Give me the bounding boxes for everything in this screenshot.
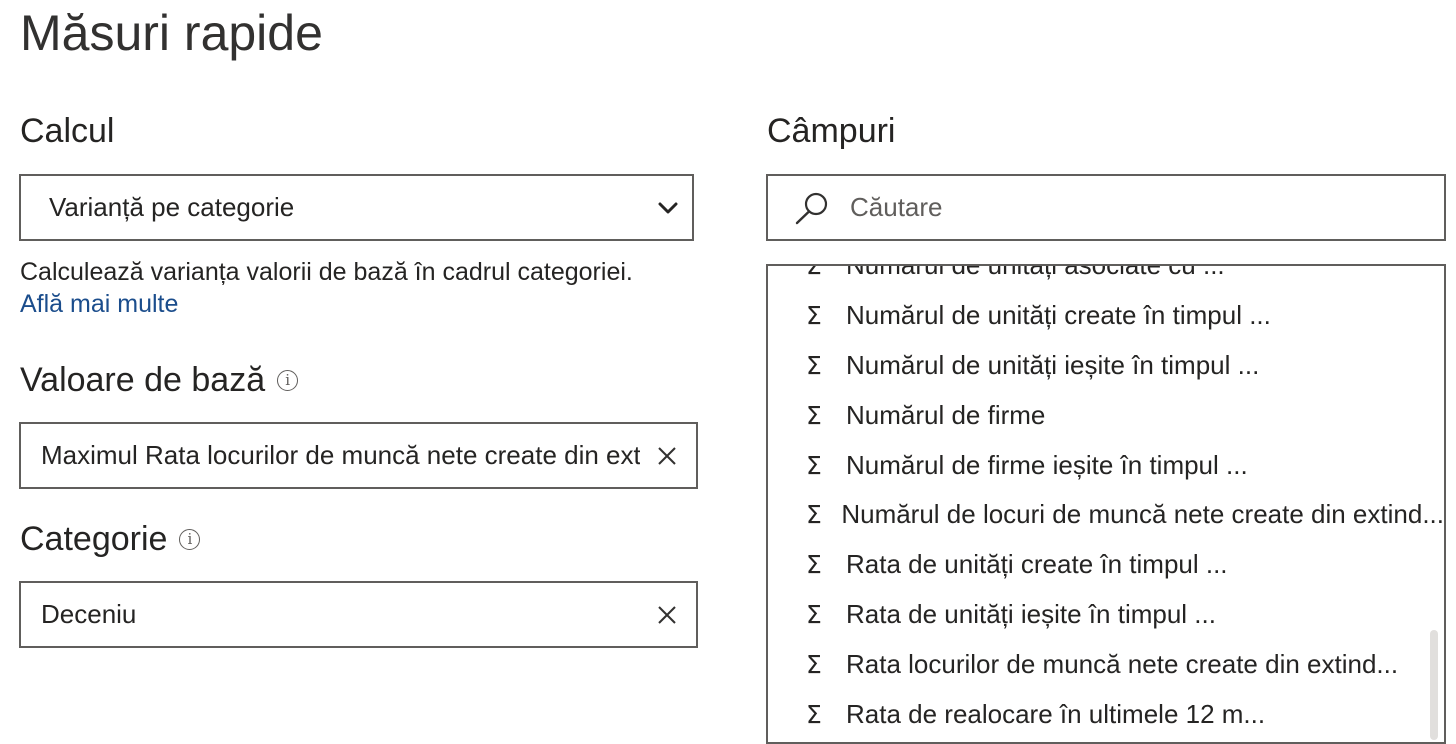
sigma-icon: Σ [806, 599, 822, 629]
category-label: Categorie i [20, 520, 201, 559]
list-item-label: Rata de unități create în timpul ... [846, 549, 1228, 580]
sigma-icon: Σ [806, 400, 822, 430]
sigma-icon: Σ [806, 649, 822, 679]
fields-label-text: Câmpuri [767, 112, 896, 150]
base-value-label: Valoare de bază i [20, 361, 299, 400]
category-label-text: Categorie [20, 520, 168, 558]
close-icon[interactable] [654, 602, 680, 628]
calcul-dropdown[interactable]: Varianță pe categorie [19, 174, 694, 241]
list-item-label: Numărul de firme ieșite în timpul ... [846, 449, 1248, 480]
list-item[interactable]: Σ Numărul de unități ieșite în timpul ... [768, 341, 1444, 391]
info-icon[interactable]: i [179, 529, 201, 550]
calcul-description-block: Calculează varianța valorii de bază în c… [20, 256, 633, 320]
fields-list-inner: Σ Numărul de unități asociate cu ... Σ Numă… [768, 264, 1444, 739]
calcul-dropdown-value: Varianță pe categorie [49, 192, 295, 222]
sigma-icon: Σ [806, 500, 822, 530]
close-icon[interactable] [654, 443, 680, 469]
list-item-label: Rata de realocare în ultimele 12 m... [846, 698, 1266, 729]
list-item-label: Numărul de unități ieșite în timpul ... [846, 349, 1260, 380]
sigma-icon: Σ [806, 550, 822, 580]
search-input[interactable]: Căutare [766, 174, 1446, 241]
list-item-label: Rata de unități ieșite în timpul ... [846, 598, 1216, 629]
list-item[interactable]: Σ Rata locurilor de muncă nete create din… [768, 639, 1444, 689]
base-value-field[interactable]: Maximul Rata locurilor de muncă nete cre… [19, 422, 698, 489]
sigma-icon: Σ [806, 699, 822, 729]
fields-label: Câmpuri [767, 112, 895, 151]
list-item-label: Numărul de unități create în timpul ... [846, 300, 1271, 331]
search-icon [794, 191, 834, 225]
category-text: Deceniu [41, 599, 137, 629]
fields-list[interactable]: Σ Numărul de unități asociate cu ... Σ Numă… [766, 264, 1446, 744]
list-item-label: Rata locurilor de muncă nete create din … [846, 648, 1399, 679]
list-item-label: Numărul de unități asociate cu ... [846, 264, 1225, 281]
search-placeholder: Căutare [850, 192, 943, 222]
list-item-label: Numărul de locuri de muncă nete create d… [841, 499, 1444, 530]
calcul-label: Calcul [20, 112, 114, 151]
list-item[interactable]: Σ Numărul de unități asociate cu ... [768, 264, 1444, 291]
base-value-label-text: Valoare de bază [20, 361, 266, 399]
base-value-text: Maximul Rata locurilor de muncă nete cre… [41, 440, 640, 470]
info-icon[interactable]: i [277, 370, 299, 391]
sigma-icon: Σ [806, 264, 822, 281]
calcul-description: Calculează varianța valorii de bază în c… [20, 258, 633, 286]
page-title: Măsuri rapide [20, 5, 323, 61]
list-item[interactable]: Σ Numărul de firme ieșite în timpul ... [768, 440, 1444, 490]
chevron-down-icon[interactable] [656, 196, 680, 220]
learn-more-link[interactable]: Află mai multe [20, 288, 633, 320]
list-item[interactable]: Σ Rata de unități ieșite în timpul ... [768, 590, 1444, 640]
list-item[interactable]: Σ Rata de unități create în timpul ... [768, 540, 1444, 590]
list-item[interactable]: Σ Numărul de locuri de muncă nete create … [768, 490, 1444, 540]
list-item-label: Numărul de firme [846, 399, 1046, 430]
list-item[interactable]: Σ Numărul de unități create în timpul ... [768, 291, 1444, 341]
sigma-icon: Σ [806, 350, 822, 380]
list-item[interactable]: Σ Rata de realocare în ultimele 12 m... [768, 689, 1444, 739]
sigma-icon: Σ [806, 301, 822, 331]
category-field[interactable]: Deceniu [19, 581, 698, 648]
list-item[interactable]: Σ Numărul de firme [768, 390, 1444, 440]
sigma-icon: Σ [806, 450, 822, 480]
scrollbar-thumb[interactable] [1430, 630, 1438, 740]
calcul-label-text: Calcul [20, 112, 115, 150]
